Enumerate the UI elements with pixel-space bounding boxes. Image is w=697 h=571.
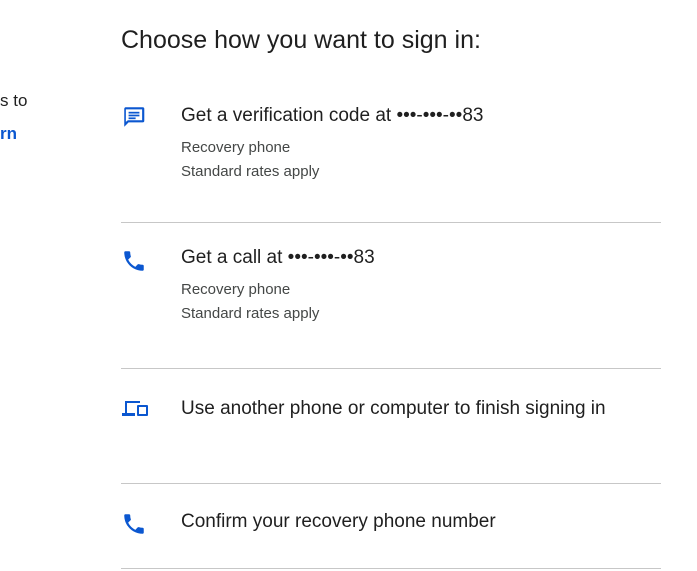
option-verification-code[interactable]: Get a verification code at •••-•••-••83 … <box>121 84 661 223</box>
sign-in-page: s to rn Choose how you want to sign in: … <box>0 0 697 571</box>
option-label: Confirm your recovery phone number <box>181 511 496 532</box>
option-label: Get a call at •••-•••-••83 <box>181 247 375 268</box>
phone-icon <box>121 248 147 274</box>
option-text: Get a verification code at •••-•••-••83 … <box>181 102 661 184</box>
option-another-device[interactable]: Use another phone or computer to finish … <box>121 369 661 484</box>
page-title: Choose how you want to sign in: <box>121 26 481 54</box>
left-panel: s to rn <box>0 0 60 571</box>
option-label: Get a verification code at •••-•••-••83 <box>181 105 484 126</box>
option-subtitle: Recovery phone <box>181 139 291 156</box>
learn-more-link[interactable]: rn <box>0 124 17 144</box>
option-subtitle: Recovery phone <box>181 281 291 298</box>
phone-icon <box>121 511 147 537</box>
option-phone-call[interactable]: Get a call at •••-•••-••83 Recovery phon… <box>121 223 661 369</box>
message-icon <box>121 104 147 130</box>
devices-icon <box>121 395 148 421</box>
option-text: Get a call at •••-•••-••83 Recovery phon… <box>181 244 661 326</box>
option-note: Standard rates apply <box>181 305 320 322</box>
option-confirm-recovery-phone[interactable]: Confirm your recovery phone number <box>121 484 661 569</box>
left-description-fragment: s to <box>0 91 28 110</box>
sign-in-options-list: Get a verification code at •••-•••-••83 … <box>121 84 661 569</box>
option-text: Use another phone or computer to finish … <box>181 392 641 425</box>
option-label: Use another phone or computer to finish … <box>181 398 606 419</box>
option-note: Standard rates apply <box>181 163 320 180</box>
option-text: Confirm your recovery phone number <box>181 508 661 536</box>
